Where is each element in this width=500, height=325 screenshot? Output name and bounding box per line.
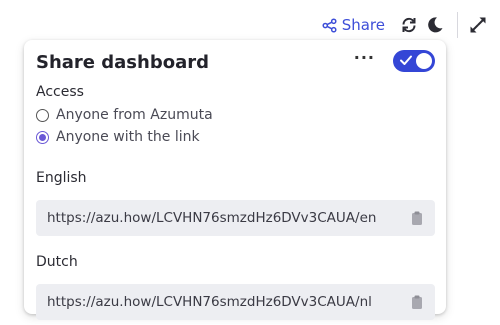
link-url[interactable]: https://azu.how/LCVHN76smzdHz6DVv3CAUA/n… [47, 294, 411, 310]
access-option-label: Anyone with the link [56, 129, 200, 145]
access-label: Access [36, 84, 84, 100]
share-button-label: Share [341, 16, 385, 34]
toggle-knob [416, 53, 432, 69]
expand-icon [470, 17, 486, 33]
check-icon [400, 55, 412, 65]
share-button[interactable]: Share [322, 16, 385, 34]
more-options-button[interactable]: ··· [354, 50, 375, 72]
link-field-english[interactable]: https://azu.how/LCVHN76smzdHz6DVv3CAUA/e… [36, 200, 435, 236]
access-option-label: Anyone from Azumuta [56, 107, 213, 123]
share-enabled-toggle[interactable] [393, 50, 435, 72]
share-nodes-icon [322, 17, 337, 33]
refresh-icon [402, 17, 416, 33]
toolbar-divider [457, 12, 458, 38]
panel-header: Share dashboard ··· [36, 40, 435, 82]
link-url[interactable]: https://azu.how/LCVHN76smzdHz6DVv3CAUA/e… [47, 210, 411, 226]
refresh-button[interactable] [399, 15, 419, 35]
panel-title: Share dashboard [36, 51, 209, 73]
moon-icon [428, 17, 443, 33]
access-option-link[interactable]: Anyone with the link [36, 126, 435, 148]
fullscreen-button[interactable] [468, 15, 488, 35]
clipboard-icon[interactable] [411, 211, 423, 225]
top-toolbar: Share [322, 10, 488, 40]
dark-mode-button[interactable] [425, 15, 445, 35]
access-option-organization[interactable]: Anyone from Azumuta [36, 104, 435, 126]
clipboard-icon[interactable] [411, 295, 423, 309]
radio-button-selected[interactable] [36, 130, 49, 144]
radio-button[interactable] [36, 108, 49, 122]
link-field-dutch[interactable]: https://azu.how/LCVHN76smzdHz6DVv3CAUA/n… [36, 284, 435, 320]
language-label-english: English [36, 170, 87, 186]
share-dashboard-panel: Share dashboard ··· Access Anyone from A… [24, 40, 446, 320]
language-label-dutch: Dutch [36, 254, 78, 270]
